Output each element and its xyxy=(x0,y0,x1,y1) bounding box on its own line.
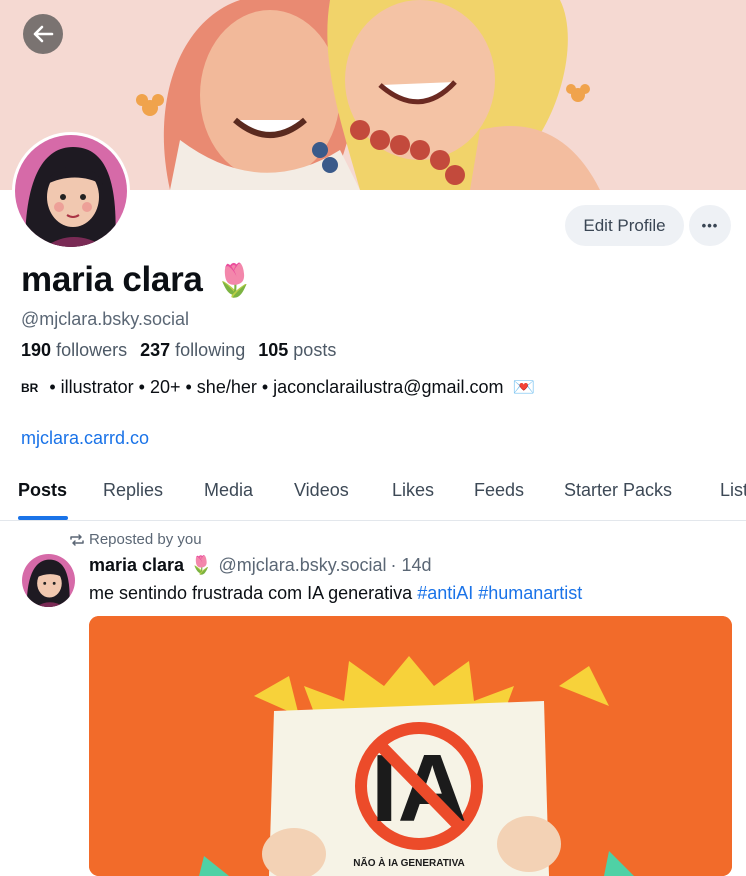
tab-starter-packs[interactable]: Starter Packs xyxy=(564,480,672,501)
back-button[interactable] xyxy=(23,14,63,54)
tab-media[interactable]: Media xyxy=(204,480,253,501)
repost-label: Reposted by you xyxy=(89,531,202,548)
repost-icon xyxy=(70,533,84,546)
posts-count: 105 xyxy=(258,340,289,360)
post-body: me sentindo frustrada com IA generativa xyxy=(89,583,418,603)
bio-flag: BR xyxy=(21,380,39,395)
post-illustration: IA NÃO À IA GENERATIVA xyxy=(89,616,732,876)
post-author-avatar[interactable] xyxy=(22,554,75,607)
post-author-handle[interactable]: @mjclara.bsky.social xyxy=(219,555,387,576)
profile-display-name: maria clara 🌷 xyxy=(21,260,254,300)
post-header: maria clara 🌷 @mjclara.bsky.social · 14d xyxy=(89,555,432,576)
tulip-emoji: 🌷 xyxy=(214,262,255,298)
followers-count: 190 xyxy=(21,340,52,360)
tab-feeds[interactable]: Feeds xyxy=(474,480,524,501)
bio-text: • illustrator • 20+ • she/her • jaconcla… xyxy=(44,377,509,397)
tab-lists[interactable]: Lists xyxy=(720,480,746,501)
following-stat[interactable]: 237 following xyxy=(140,340,253,360)
profile-tabs: Posts Replies Media Videos Likes Feeds S… xyxy=(0,462,746,521)
following-label: following xyxy=(175,340,246,360)
profile-link[interactable]: mjclara.carrd.co xyxy=(21,428,149,449)
repost-indicator: Reposted by you xyxy=(69,531,202,548)
active-tab-indicator xyxy=(18,516,68,520)
profile-avatar[interactable] xyxy=(12,132,130,250)
profile-handle: @mjclara.bsky.social xyxy=(21,309,189,329)
sign-caption: NÃO À IA GENERATIVA xyxy=(353,856,464,869)
profile-stats: 190 followers 237 following 105 posts xyxy=(21,340,336,361)
profile-bio: BR • illustrator • 20+ • she/her • jacon… xyxy=(21,377,535,398)
posts-label: posts xyxy=(293,340,337,360)
post-timestamp[interactable]: · 14d xyxy=(390,555,431,576)
following-count: 237 xyxy=(140,340,171,360)
tab-posts[interactable]: Posts xyxy=(18,480,67,501)
followers-stat[interactable]: 190 followers xyxy=(21,340,135,360)
edit-profile-button[interactable]: Edit Profile xyxy=(565,205,684,246)
post-author-name[interactable]: maria clara xyxy=(89,555,184,576)
tab-replies[interactable]: Replies xyxy=(103,480,163,501)
followers-label: followers xyxy=(56,340,128,360)
post-author-emoji: 🌷 xyxy=(190,555,213,575)
more-options-button[interactable]: ••• xyxy=(689,205,731,246)
arrow-left-icon xyxy=(33,25,54,43)
hashtag-antiai[interactable]: #antiAI xyxy=(417,583,473,603)
tab-videos[interactable]: Videos xyxy=(294,480,349,501)
ellipsis-icon: ••• xyxy=(701,218,719,233)
hashtag-humanartist[interactable]: #humanartist xyxy=(478,583,582,603)
posts-stat: 105 posts xyxy=(258,340,336,360)
display-name-text: maria clara xyxy=(21,260,203,299)
tab-likes[interactable]: Likes xyxy=(392,480,434,501)
post-image[interactable]: IA NÃO À IA GENERATIVA xyxy=(89,616,732,876)
love-letter-emoji: 💌 xyxy=(512,377,535,397)
avatar-image xyxy=(15,135,127,247)
post-text: me sentindo frustrada com IA generativa … xyxy=(89,583,582,604)
post-avatar-image xyxy=(22,554,75,607)
